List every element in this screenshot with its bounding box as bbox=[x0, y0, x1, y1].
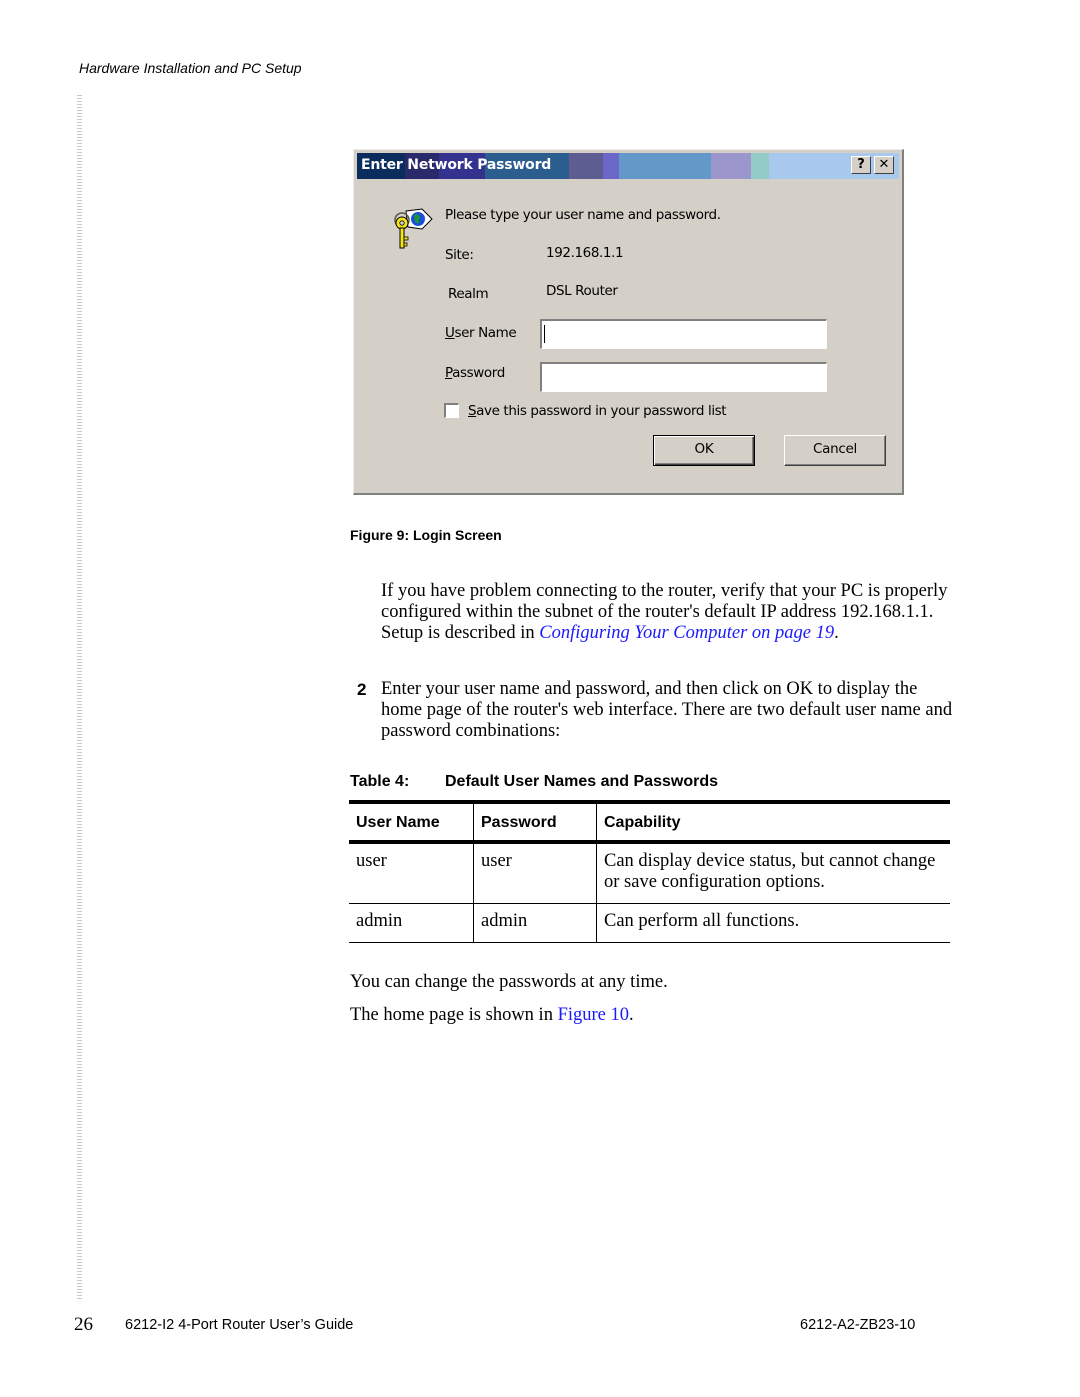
table-label: Table 4: bbox=[350, 773, 410, 790]
guide-title: 6212-I2 4-Port Router User’s Guide bbox=[125, 1317, 354, 1333]
dialog-title: Enter Network Password bbox=[361, 157, 552, 173]
label-rest: ser Name bbox=[454, 325, 517, 341]
label-rest: ave this password in your password list bbox=[476, 403, 727, 419]
table-cell: admin bbox=[349, 903, 474, 943]
home-page-note: The home page is shown in Figure 10. bbox=[350, 1005, 634, 1026]
table-cell: Can perform all functions. bbox=[596, 903, 950, 943]
site-label: Site: bbox=[445, 247, 474, 263]
troubleshooting-paragraph: If you have problem connecting to the ro… bbox=[381, 581, 956, 644]
accelerator-key: S bbox=[468, 403, 477, 419]
page-number: 26 bbox=[74, 1314, 93, 1335]
label-rest: assword bbox=[452, 365, 505, 381]
note-end: . bbox=[629, 1005, 634, 1025]
step-text: Enter your user name and password, and t… bbox=[381, 679, 953, 741]
column-header: Password bbox=[473, 800, 597, 844]
text-caret bbox=[544, 325, 545, 343]
help-button[interactable]: ? bbox=[851, 156, 871, 174]
passwords-note: You can change the passwords at any time… bbox=[350, 972, 668, 992]
note-text: The home page is shown in bbox=[350, 1005, 558, 1025]
running-head: Hardware Installation and PC Setup bbox=[79, 60, 302, 76]
paragraph-end: . bbox=[834, 623, 839, 643]
user-name-label: User Name bbox=[445, 325, 517, 341]
table-cell: user bbox=[349, 842, 474, 904]
title-bar[interactable]: Enter Network Password ? ✕ bbox=[357, 153, 899, 179]
login-dialog: Enter Network Password ? ✕ Please type y… bbox=[353, 149, 904, 495]
figure-10-link[interactable]: Figure 10 bbox=[558, 1005, 629, 1025]
table-cell: user bbox=[473, 842, 597, 904]
close-button[interactable]: ✕ bbox=[874, 156, 894, 174]
credentials-table: User Name Password Capability user user … bbox=[349, 800, 950, 943]
save-password-label[interactable]: Save this password in your password list bbox=[468, 403, 727, 419]
user-name-input[interactable] bbox=[540, 319, 827, 349]
table-cell: Can display device status, but cannot ch… bbox=[596, 842, 950, 904]
document-code: 6212-A2-ZB23-10 bbox=[800, 1317, 916, 1333]
save-password-checkbox[interactable] bbox=[444, 403, 459, 418]
password-input[interactable] bbox=[540, 362, 827, 392]
table-header-row: User Name Password Capability bbox=[349, 800, 950, 844]
column-header: User Name bbox=[349, 800, 474, 844]
table-row: admin admin Can perform all functions. bbox=[349, 903, 950, 943]
configuring-computer-link[interactable]: Configuring Your Computer on page 19 bbox=[539, 623, 834, 643]
key-globe-icon bbox=[394, 208, 433, 249]
realm-label: Realm bbox=[448, 286, 489, 302]
realm-value: DSL Router bbox=[546, 283, 618, 299]
table-title-text: Default User Names and Passwords bbox=[445, 773, 718, 790]
table-row: user user Can display device status, but… bbox=[349, 842, 950, 904]
ok-button[interactable]: OK bbox=[653, 435, 755, 466]
password-label: Password bbox=[445, 365, 505, 381]
site-value: 192.168.1.1 bbox=[546, 245, 624, 261]
figure-caption: Figure 9: Login Screen bbox=[350, 527, 502, 543]
margin-rule bbox=[77, 95, 82, 1300]
cancel-button[interactable]: Cancel bbox=[784, 435, 886, 466]
step-number: 2 bbox=[357, 680, 367, 699]
prompt-text: Please type your user name and password. bbox=[445, 207, 721, 223]
column-header: Capability bbox=[596, 800, 950, 844]
table-title: Table 4: Default User Names and Passwords bbox=[350, 773, 718, 791]
table-cell: admin bbox=[473, 903, 597, 943]
